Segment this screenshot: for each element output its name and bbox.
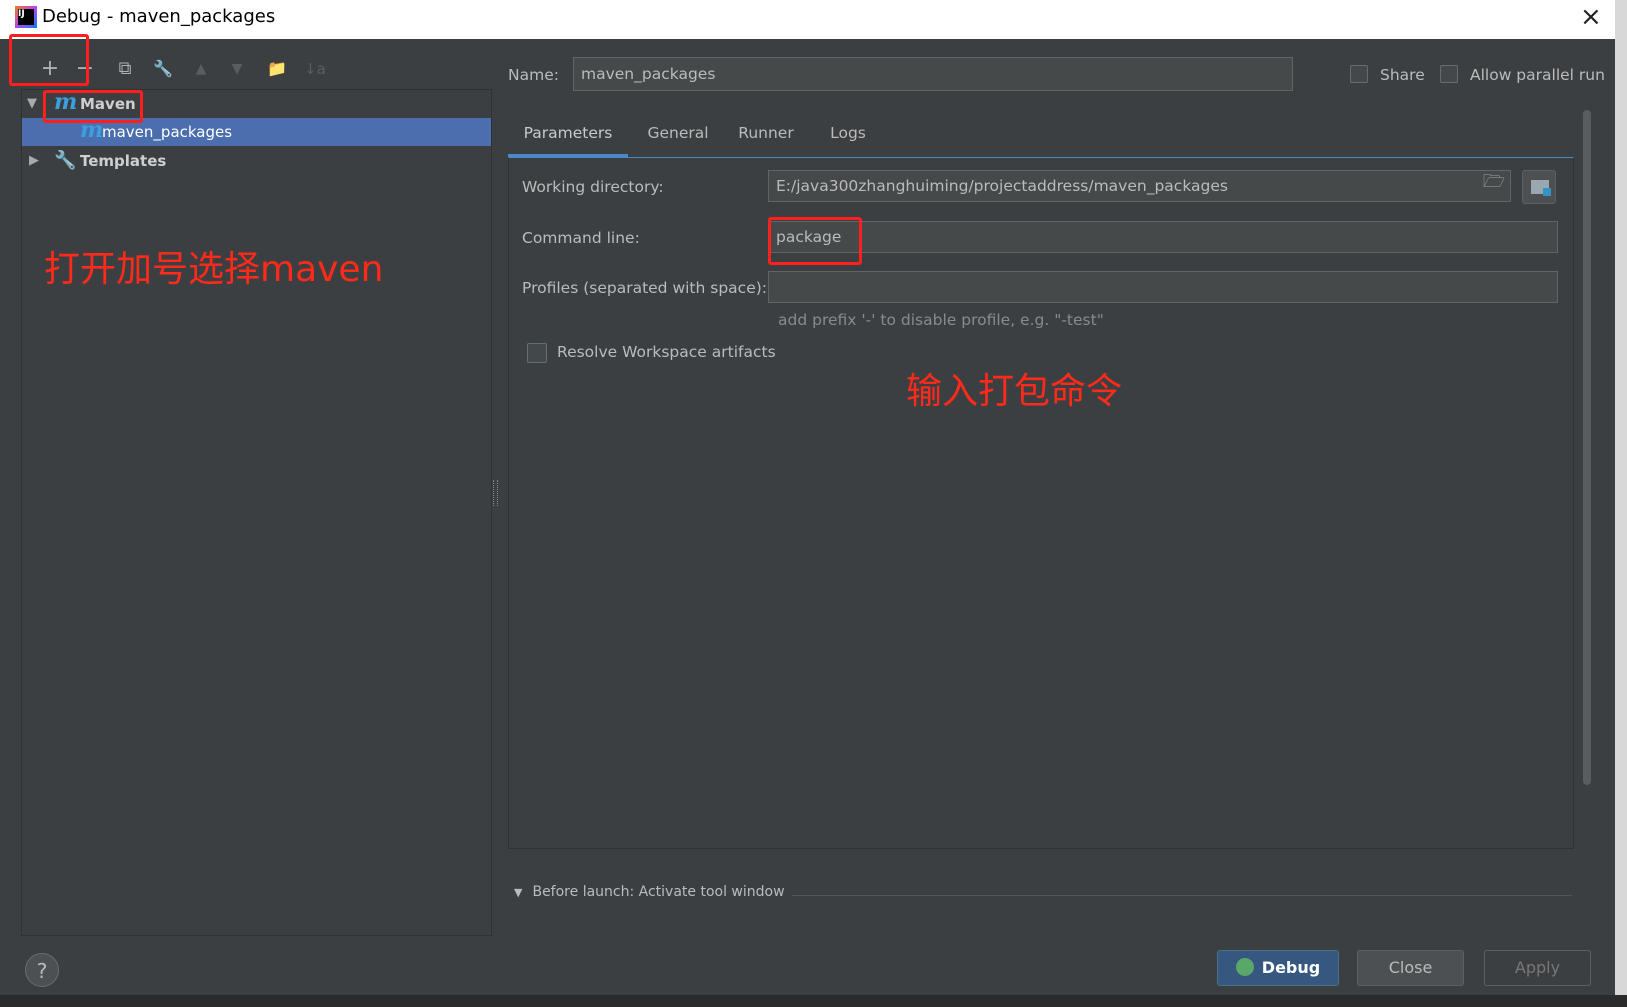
copy-configuration-button[interactable]: ⧉ (110, 54, 140, 84)
tab-runner[interactable]: Runner (726, 112, 806, 154)
tree-item-templates[interactable]: ▶ 🔧 Templates (22, 147, 491, 175)
ide-status-strip (0, 995, 1627, 1007)
annotation-box-maven (43, 90, 143, 123)
profiles-label: Profiles (separated with space): (522, 279, 767, 297)
share-label: Share (1380, 66, 1425, 84)
configuration-tree: ▼ m Maven m maven_packages ▶ 🔧 Templates (21, 89, 492, 936)
bug-icon (1235, 958, 1254, 976)
name-input[interactable]: maven_packages (573, 57, 1293, 91)
close-icon[interactable]: × (1580, 2, 1602, 32)
tab-parameters[interactable]: Parameters (508, 112, 628, 158)
close-button[interactable]: Close (1357, 950, 1464, 986)
scrollbar-thumb[interactable] (1583, 110, 1591, 785)
help-button[interactable]: ? (25, 953, 59, 987)
working-directory-input[interactable]: E:/java300zhanghuiming/projectaddress/ma… (768, 170, 1511, 202)
profiles-hint: add prefix '-' to disable profile, e.g. … (778, 311, 1104, 329)
title-bar: Debug - maven_packages × (0, 0, 1615, 39)
annotation-box-command (768, 217, 862, 265)
move-up-button[interactable]: ▲ (186, 54, 216, 84)
background-edge (1615, 0, 1627, 1007)
intellij-icon (15, 6, 37, 28)
debug-button[interactable]: Debug (1217, 950, 1339, 986)
annotation-left: 打开加号选择maven (44, 249, 384, 290)
annotation-box-add (9, 34, 89, 86)
tab-logs[interactable]: Logs (813, 112, 883, 154)
sort-button[interactable]: ↓a (300, 54, 330, 84)
window-title: Debug - maven_packages (42, 6, 276, 27)
move-down-button[interactable]: ▼ (222, 54, 252, 84)
collapse-arrow-icon[interactable]: ▶ (29, 147, 39, 175)
new-folder-button[interactable]: 📁 (262, 54, 292, 84)
command-line-input[interactable]: package (768, 221, 1558, 253)
tree-item-label: Templates (80, 152, 167, 170)
expand-arrow-icon[interactable]: ▼ (27, 90, 37, 118)
collapse-arrow-icon: ▼ (514, 886, 523, 899)
apply-button[interactable]: Apply (1484, 950, 1591, 986)
debug-button-label: Debug (1261, 958, 1321, 977)
folder-icon (1531, 180, 1551, 196)
tab-general[interactable]: General (638, 112, 718, 154)
folder-icon[interactable]: 🗁 (1482, 172, 1506, 192)
share-checkbox[interactable] (1350, 65, 1368, 83)
working-directory-label: Working directory: (522, 178, 664, 196)
before-launch-label: Before launch: Activate tool window (532, 884, 785, 900)
profiles-input[interactable] (768, 271, 1558, 303)
annotation-right: 输入打包命令 (906, 371, 1123, 412)
edit-defaults-button[interactable]: 🔧 (148, 54, 178, 84)
wrench-icon: 🔧 (54, 150, 77, 171)
parallel-run-checkbox[interactable] (1440, 65, 1458, 83)
parallel-run-label: Allow parallel run (1470, 66, 1605, 84)
resolve-workspace-label: Resolve Workspace artifacts (557, 343, 776, 361)
splitter-handle[interactable] (493, 480, 498, 506)
parameters-panel (508, 157, 1574, 849)
resolve-workspace-checkbox[interactable] (527, 343, 547, 363)
divider (792, 895, 1572, 896)
name-label: Name: (508, 66, 559, 84)
command-line-label: Command line: (522, 229, 640, 247)
before-launch-header[interactable]: ▼ Before launch: Activate tool window (514, 884, 785, 900)
macro-folder-button[interactable] (1522, 170, 1556, 204)
